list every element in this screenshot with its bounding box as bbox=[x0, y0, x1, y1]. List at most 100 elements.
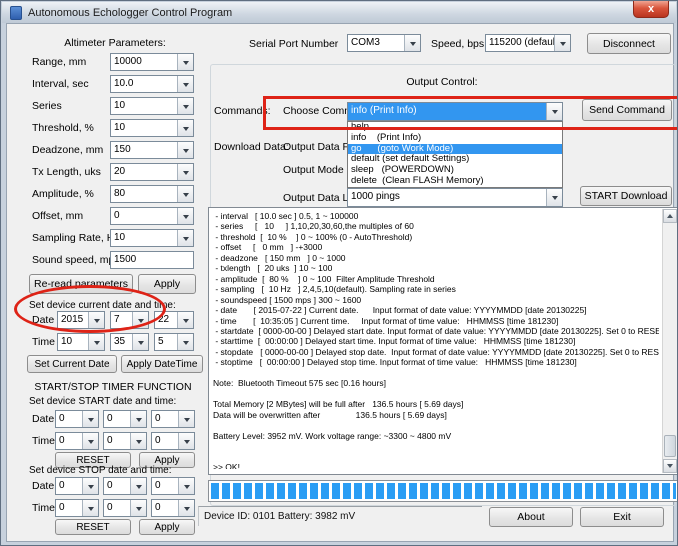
chevron-down-icon bbox=[404, 35, 420, 51]
deadzone-combo[interactable]: 150 bbox=[110, 141, 194, 159]
stop-date-month-combo[interactable]: 0 bbox=[103, 477, 147, 495]
samplingrate-value: 10 bbox=[111, 230, 177, 246]
command-selected-value: info (Print Info) bbox=[348, 103, 546, 120]
stop-timer-apply-button[interactable]: Apply bbox=[139, 519, 195, 535]
start-time-minute-combo[interactable]: 0 bbox=[103, 432, 147, 450]
value: 0 bbox=[152, 500, 178, 516]
speed-combo[interactable]: 115200 (default) bbox=[485, 34, 571, 52]
timer-function-heading: START/STOP TIMER FUNCTION bbox=[23, 381, 203, 393]
current-time-minute-combo[interactable]: 35 bbox=[110, 333, 149, 351]
altimeter-apply-button[interactable]: Apply bbox=[138, 274, 196, 294]
command-menu-item-sleep[interactable]: sleep (POWERDOWN) bbox=[348, 165, 562, 176]
output-data-length-combo[interactable]: 1000 pings bbox=[347, 188, 563, 207]
samplingrate-combo[interactable]: 10 bbox=[110, 229, 194, 247]
command-dropdown-menu: help info (Print Info) go (goto Work Mod… bbox=[347, 121, 563, 188]
start-download-button[interactable]: START Download bbox=[580, 186, 672, 206]
value: 0 bbox=[152, 411, 178, 427]
amplitude-combo[interactable]: 80 bbox=[110, 185, 194, 203]
chevron-down-icon bbox=[177, 54, 193, 70]
apply-datetime-button[interactable]: Apply DateTime bbox=[121, 355, 203, 373]
dialog-client-area: Altimeter Parameters: Range, mm 10000 In… bbox=[6, 23, 674, 542]
current-time-hour-combo[interactable]: 10 bbox=[57, 333, 105, 351]
year-value: 2015 bbox=[58, 312, 88, 328]
speed-label: Speed, bps bbox=[431, 38, 484, 50]
chevron-down-icon bbox=[177, 208, 193, 224]
app-window: Autonomous Echologger Control Program x … bbox=[0, 0, 678, 546]
chevron-down-icon bbox=[177, 76, 193, 92]
start-time-hour-combo[interactable]: 0 bbox=[55, 432, 99, 450]
chevron-down-icon bbox=[132, 312, 148, 328]
command-menu-item-default[interactable]: default (set default Settings) bbox=[348, 154, 562, 165]
current-datetime-heading: Set device current date and time: bbox=[29, 300, 176, 311]
current-date-month-combo[interactable]: 7 bbox=[110, 311, 149, 329]
speed-value: 115200 (default) bbox=[486, 35, 554, 51]
current-date-day-combo[interactable]: 22 bbox=[154, 311, 194, 329]
chevron-down-icon bbox=[177, 98, 193, 114]
status-field: Device ID: 0101 Battery: 3982 mV bbox=[198, 506, 482, 526]
threshold-combo[interactable]: 10 bbox=[110, 119, 194, 137]
interval-combo[interactable]: 10.0 bbox=[110, 75, 194, 93]
chevron-down-icon bbox=[177, 142, 193, 158]
stop-datetime-heading: Set device STOP date and time: bbox=[29, 465, 172, 476]
scroll-up-icon[interactable] bbox=[663, 209, 677, 223]
serial-port-combo[interactable]: COM3 bbox=[347, 34, 421, 52]
offset-combo[interactable]: 0 bbox=[110, 207, 194, 225]
commands-label: Commands: bbox=[214, 105, 271, 117]
scroll-down-icon[interactable] bbox=[663, 459, 677, 473]
chevron-down-icon bbox=[178, 478, 194, 494]
serial-port-value: COM3 bbox=[348, 35, 404, 51]
month-value: 7 bbox=[111, 312, 132, 328]
start-date-month-combo[interactable]: 0 bbox=[103, 410, 147, 428]
chevron-down-icon bbox=[132, 334, 148, 350]
series-combo[interactable]: 10 bbox=[110, 97, 194, 115]
interval-value: 10.0 bbox=[111, 76, 177, 92]
altimeter-heading: Altimeter Parameters: bbox=[27, 37, 203, 49]
current-date-year-combo[interactable]: 2015 bbox=[57, 311, 105, 329]
stop-timer-reset-button[interactable]: RESET bbox=[55, 519, 131, 535]
console-text: - interval [ 10.0 sec ] 0.5, 1 ~ 100000 … bbox=[209, 208, 659, 469]
command-menu-item-go[interactable]: go (goto Work Mode) bbox=[348, 144, 562, 155]
set-current-date-button[interactable]: Set Current Date bbox=[27, 355, 117, 373]
command-menu-item-help[interactable]: help bbox=[348, 122, 562, 133]
stop-date-day-combo[interactable]: 0 bbox=[151, 477, 195, 495]
stop-date-year-combo[interactable]: 0 bbox=[55, 477, 99, 495]
amplitude-label: Amplitude, % bbox=[32, 188, 94, 200]
about-button[interactable]: About bbox=[489, 507, 573, 527]
console-scrollbar[interactable] bbox=[662, 209, 677, 473]
deadzone-value: 150 bbox=[111, 142, 177, 158]
send-command-button[interactable]: Send Command bbox=[582, 99, 672, 121]
value: 0 bbox=[104, 478, 130, 494]
chevron-down-icon bbox=[82, 411, 98, 427]
stop-time-second-combo[interactable]: 0 bbox=[151, 499, 195, 517]
range-combo[interactable]: 10000 bbox=[110, 53, 194, 71]
chevron-down-icon bbox=[82, 500, 98, 516]
hour-value: 10 bbox=[58, 334, 88, 350]
stop-time-hour-combo[interactable]: 0 bbox=[55, 499, 99, 517]
close-button[interactable]: x bbox=[633, 1, 669, 18]
txlength-combo[interactable]: 20 bbox=[110, 163, 194, 181]
command-combo[interactable]: info (Print Info) bbox=[347, 102, 563, 121]
stop-time-minute-combo[interactable]: 0 bbox=[103, 499, 147, 517]
current-date-label: Date bbox=[32, 314, 54, 326]
soundspeed-input[interactable]: 1500 bbox=[110, 251, 194, 269]
range-label: Range, mm bbox=[32, 56, 86, 68]
value: 0 bbox=[104, 433, 130, 449]
exit-button[interactable]: Exit bbox=[580, 507, 664, 527]
range-value: 10000 bbox=[111, 54, 177, 70]
command-menu-item-info[interactable]: info (Print Info) bbox=[348, 133, 562, 144]
command-menu-item-delete[interactable]: delete (Clean FLASH Memory) bbox=[348, 176, 562, 187]
start-time-second-combo[interactable]: 0 bbox=[151, 432, 195, 450]
scrollbar-thumb[interactable] bbox=[664, 435, 676, 457]
chevron-down-icon bbox=[177, 312, 193, 328]
disconnect-button[interactable]: Disconnect bbox=[587, 33, 671, 54]
start-date-year-combo[interactable]: 0 bbox=[55, 410, 99, 428]
start-date-day-combo[interactable]: 0 bbox=[151, 410, 195, 428]
value: 0 bbox=[56, 478, 82, 494]
download-data-label: Download Data: bbox=[214, 141, 289, 153]
reread-parameters-button[interactable]: Re-read parameters bbox=[29, 274, 133, 294]
output-control-heading: Output Control: bbox=[210, 76, 674, 88]
value: 0 bbox=[56, 433, 82, 449]
chevron-down-icon bbox=[130, 500, 146, 516]
window-title: Autonomous Echologger Control Program bbox=[28, 7, 232, 19]
current-time-second-combo[interactable]: 5 bbox=[154, 333, 194, 351]
